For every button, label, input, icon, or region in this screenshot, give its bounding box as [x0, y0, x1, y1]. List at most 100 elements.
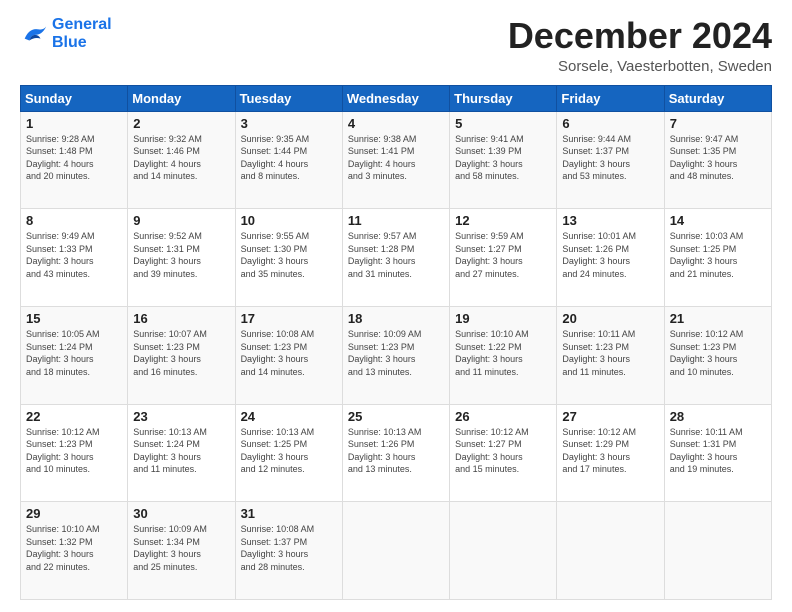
day-info: Sunrise: 10:11 AM Sunset: 1:23 PM Daylig…: [562, 328, 658, 378]
day-number: 30: [133, 506, 229, 521]
calendar-cell: 15 Sunrise: 10:05 AM Sunset: 1:24 PM Dayl…: [21, 306, 128, 404]
day-number: 2: [133, 116, 229, 131]
day-info: Sunrise: 10:13 AM Sunset: 1:26 PM Daylig…: [348, 426, 444, 476]
calendar-cell: 22 Sunrise: 10:12 AM Sunset: 1:23 PM Dayl…: [21, 404, 128, 502]
day-number: 17: [241, 311, 337, 326]
logo-text: General Blue: [52, 16, 112, 51]
day-info: Sunrise: 10:05 AM Sunset: 1:24 PM Daylig…: [26, 328, 122, 378]
calendar-cell: [664, 502, 771, 600]
calendar-cell: 16Sunrise: 10:07 AM Sunset: 1:23 PM Dayl…: [128, 306, 235, 404]
day-info: Sunrise: 10:12 AM Sunset: 1:23 PM Daylig…: [670, 328, 766, 378]
day-info: Sunrise: 10:10 AM Sunset: 1:32 PM Daylig…: [26, 523, 122, 573]
calendar-week-5: 29 Sunrise: 10:10 AM Sunset: 1:32 PM Dayl…: [21, 502, 772, 600]
day-number: 6: [562, 116, 658, 131]
day-info: Sunrise: 10:11 AM Sunset: 1:31 PM Daylig…: [670, 426, 766, 476]
header-sunday: Sunday: [21, 85, 128, 111]
day-number: 26: [455, 409, 551, 424]
calendar-cell: [342, 502, 449, 600]
calendar-week-4: 22 Sunrise: 10:12 AM Sunset: 1:23 PM Dayl…: [21, 404, 772, 502]
day-info: Sunrise: 10:08 AM Sunset: 1:23 PM Daylig…: [241, 328, 337, 378]
calendar-cell: 19 Sunrise: 10:10 AM Sunset: 1:22 PM Dayl…: [450, 306, 557, 404]
calendar-cell: 12Sunrise: 9:59 AM Sunset: 1:27 PM Dayli…: [450, 209, 557, 307]
calendar-cell: 21 Sunrise: 10:12 AM Sunset: 1:23 PM Dayl…: [664, 306, 771, 404]
day-info: Sunrise: 9:38 AM Sunset: 1:41 PM Dayligh…: [348, 133, 444, 183]
header-friday: Friday: [557, 85, 664, 111]
calendar-cell: 10 Sunrise: 9:55 AM Sunset: 1:30 PM Dayli…: [235, 209, 342, 307]
day-number: 31: [241, 506, 337, 521]
day-number: 14: [670, 213, 766, 228]
day-info: Sunrise: 10:08 AM Sunset: 1:37 PM Daylig…: [241, 523, 337, 573]
calendar-cell: 7 Sunrise: 9:47 AM Sunset: 1:35 PM Daylig…: [664, 111, 771, 209]
day-number: 9: [133, 213, 229, 228]
day-number: 22: [26, 409, 122, 424]
calendar-cell: 3 Sunrise: 9:35 AM Sunset: 1:44 PM Daylig…: [235, 111, 342, 209]
calendar-title: December 2024: [508, 16, 772, 56]
header-wednesday: Wednesday: [342, 85, 449, 111]
title-block: December 2024 Sorsele, Vaesterbotten, Sw…: [508, 16, 772, 75]
day-number: 7: [670, 116, 766, 131]
day-number: 21: [670, 311, 766, 326]
day-number: 24: [241, 409, 337, 424]
day-info: Sunrise: 10:09 AM Sunset: 1:23 PM Daylig…: [348, 328, 444, 378]
day-number: 29: [26, 506, 122, 521]
day-info: Sunrise: 10:13 AM Sunset: 1:25 PM Daylig…: [241, 426, 337, 476]
day-number: 11: [348, 213, 444, 228]
day-info: Sunrise: 9:41 AM Sunset: 1:39 PM Dayligh…: [455, 133, 551, 183]
day-number: 25: [348, 409, 444, 424]
day-info: Sunrise: 9:44 AM Sunset: 1:37 PM Dayligh…: [562, 133, 658, 183]
day-info: Sunrise: 10:03 AM Sunset: 1:25 PM Daylig…: [670, 230, 766, 280]
day-info: Sunrise: 9:55 AM Sunset: 1:30 PM Dayligh…: [241, 230, 337, 280]
day-number: 19: [455, 311, 551, 326]
calendar-cell: 4 Sunrise: 9:38 AM Sunset: 1:41 PM Daylig…: [342, 111, 449, 209]
day-number: 5: [455, 116, 551, 131]
header-thursday: Thursday: [450, 85, 557, 111]
calendar-cell: 27Sunrise: 10:12 AM Sunset: 1:29 PM Dayl…: [557, 404, 664, 502]
day-info: Sunrise: 10:13 AM Sunset: 1:24 PM Daylig…: [133, 426, 229, 476]
day-number: 15: [26, 311, 122, 326]
header-monday: Monday: [128, 85, 235, 111]
day-number: 8: [26, 213, 122, 228]
calendar-cell: 8 Sunrise: 9:49 AM Sunset: 1:33 PM Daylig…: [21, 209, 128, 307]
day-info: Sunrise: 9:28 AM Sunset: 1:48 PM Dayligh…: [26, 133, 122, 183]
calendar-cell: [450, 502, 557, 600]
calendar-cell: 13 Sunrise: 10:01 AM Sunset: 1:26 PM Dayl…: [557, 209, 664, 307]
day-number: 18: [348, 311, 444, 326]
day-info: Sunrise: 9:47 AM Sunset: 1:35 PM Dayligh…: [670, 133, 766, 183]
calendar-cell: 1 Sunrise: 9:28 AM Sunset: 1:48 PM Daylig…: [21, 111, 128, 209]
day-number: 10: [241, 213, 337, 228]
day-info: Sunrise: 10:01 AM Sunset: 1:26 PM Daylig…: [562, 230, 658, 280]
day-number: 1: [26, 116, 122, 131]
day-number: 27: [562, 409, 658, 424]
calendar-cell: [557, 502, 664, 600]
calendar-header-row: SundayMondayTuesdayWednesdayThursdayFrid…: [21, 85, 772, 111]
day-number: 4: [348, 116, 444, 131]
day-number: 16: [133, 311, 229, 326]
calendar-cell: 24 Sunrise: 10:13 AM Sunset: 1:25 PM Dayl…: [235, 404, 342, 502]
calendar-cell: 17 Sunrise: 10:08 AM Sunset: 1:23 PM Dayl…: [235, 306, 342, 404]
day-info: Sunrise: 10:12 AM Sunset: 1:23 PM Daylig…: [26, 426, 122, 476]
day-number: 28: [670, 409, 766, 424]
day-info: Sunrise: 9:35 AM Sunset: 1:44 PM Dayligh…: [241, 133, 337, 183]
day-number: 13: [562, 213, 658, 228]
day-number: 20: [562, 311, 658, 326]
day-number: 3: [241, 116, 337, 131]
page: General Blue December 2024 Sorsele, Vaes…: [0, 0, 792, 612]
calendar-cell: 6 Sunrise: 9:44 AM Sunset: 1:37 PM Daylig…: [557, 111, 664, 209]
calendar-week-1: 1 Sunrise: 9:28 AM Sunset: 1:48 PM Daylig…: [21, 111, 772, 209]
day-info: Sunrise: 9:49 AM Sunset: 1:33 PM Dayligh…: [26, 230, 122, 280]
header-tuesday: Tuesday: [235, 85, 342, 111]
day-info: Sunrise: 10:10 AM Sunset: 1:22 PM Daylig…: [455, 328, 551, 378]
day-number: 12: [455, 213, 551, 228]
day-info: Sunrise: 9:57 AM Sunset: 1:28 PM Dayligh…: [348, 230, 444, 280]
logo: General Blue: [20, 16, 112, 51]
calendar-cell: 11 Sunrise: 9:57 AM Sunset: 1:28 PM Dayli…: [342, 209, 449, 307]
calendar-week-2: 8 Sunrise: 9:49 AM Sunset: 1:33 PM Daylig…: [21, 209, 772, 307]
logo-icon: [20, 20, 48, 48]
day-info: Sunrise: 9:32 AM Sunset: 1:46 PM Dayligh…: [133, 133, 229, 183]
calendar-cell: 25 Sunrise: 10:13 AM Sunset: 1:26 PM Dayl…: [342, 404, 449, 502]
calendar-cell: 31 Sunrise: 10:08 AM Sunset: 1:37 PM Dayl…: [235, 502, 342, 600]
header: General Blue December 2024 Sorsele, Vaes…: [20, 16, 772, 75]
calendar-cell: 2 Sunrise: 9:32 AM Sunset: 1:46 PM Daylig…: [128, 111, 235, 209]
calendar-cell: 28 Sunrise: 10:11 AM Sunset: 1:31 PM Dayl…: [664, 404, 771, 502]
day-info: Sunrise: 10:09 AM Sunset: 1:34 PM Daylig…: [133, 523, 229, 573]
